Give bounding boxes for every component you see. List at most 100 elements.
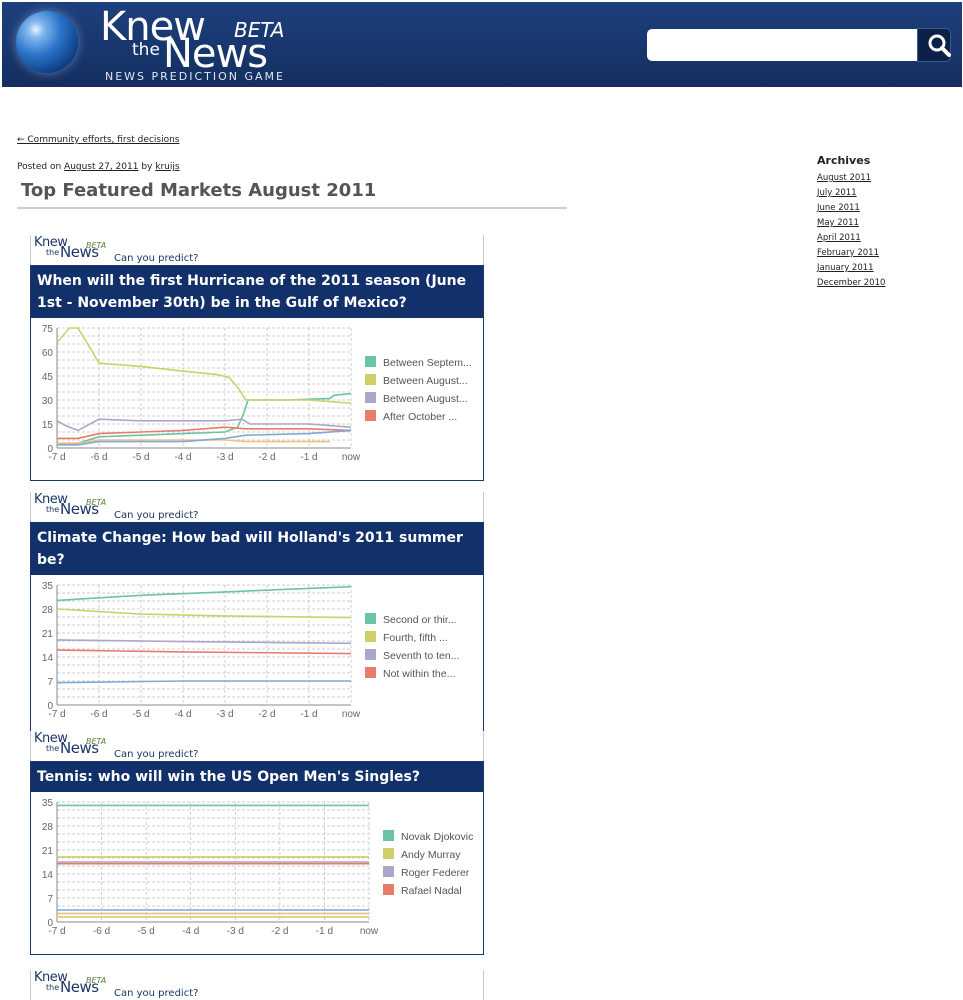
archive-item: July 2011 <box>817 187 885 202</box>
y-tick-label: 0 <box>47 444 53 455</box>
archive-link-june-2011[interactable]: June 2011 <box>817 203 860 213</box>
can-you-predict-label: Can you predict? <box>114 253 199 264</box>
x-tick-label: -2 d <box>258 452 275 463</box>
x-tick-label: -4 d <box>174 452 191 463</box>
widget-brand-bar: Knew the News BETA Can you predict? <box>30 970 484 1000</box>
y-tick-label: 35 <box>42 798 54 809</box>
archive-link-july-2011[interactable]: July 2011 <box>817 188 857 198</box>
site-header: Knew the News BETA NEWS PREDICTION GAME <box>2 2 962 87</box>
post-date-link[interactable]: August 27, 2011 <box>64 162 138 172</box>
series-line <box>56 639 352 645</box>
legend-label: Fourth, fifth ... <box>383 632 448 644</box>
widget-logo-the: the <box>46 505 60 514</box>
author-link[interactable]: kruijs <box>155 162 179 172</box>
legend-label: Andy Murray <box>401 849 461 861</box>
x-tick-label: -4 d <box>182 926 199 937</box>
globe-logo-icon[interactable] <box>16 11 78 73</box>
archive-link-may-2011[interactable]: May 2011 <box>817 218 859 228</box>
legend-swatch <box>365 667 376 678</box>
x-tick-label: -1 d <box>300 709 317 720</box>
market-widget: Knew the News BETA Can you predict? <box>30 970 484 1000</box>
x-tick-label: -1 d <box>316 926 333 937</box>
market-widget: Knew the News BETA Can you predict? When… <box>30 235 484 481</box>
series-line <box>56 608 352 619</box>
archive-item: April 2011 <box>817 232 885 247</box>
posted-on-label: Posted on <box>17 162 62 172</box>
y-tick-label: 7 <box>47 894 53 905</box>
series-line <box>56 649 352 655</box>
market-question[interactable]: Climate Change: How bad will Holland's 2… <box>31 523 483 575</box>
y-tick-label: 14 <box>42 653 54 664</box>
x-tick-label: -3 d <box>216 452 233 463</box>
widget-brand-bar: Knew the News BETA Can you predict? <box>30 235 484 265</box>
market-chart[interactable]: -7 d -6 d -5 d -4 d -3 d -2 d -1 d now015304560… <box>31 318 483 480</box>
legend-swatch <box>365 356 376 367</box>
y-tick-label: 45 <box>42 372 54 383</box>
y-tick-label: 35 <box>42 581 54 592</box>
y-tick-label: 60 <box>42 348 54 359</box>
market-widget: Knew the News BETA Can you predict? Tenn… <box>30 731 484 955</box>
post-title: Top Featured Markets August 2011 <box>21 180 377 201</box>
by-label: by <box>141 162 153 172</box>
archive-item: May 2011 <box>817 217 885 232</box>
x-tick-label: -3 d <box>216 709 233 720</box>
x-tick-label: -5 d <box>132 452 149 463</box>
x-tick-label: -6 d <box>93 926 110 937</box>
archive-item: December 2010 <box>817 277 885 292</box>
archive-link-august-2011[interactable]: August 2011 <box>817 173 871 183</box>
legend-swatch <box>365 649 376 660</box>
archive-link-february-2011[interactable]: February 2011 <box>817 248 879 258</box>
search-button[interactable] <box>917 28 951 62</box>
y-tick-label: 0 <box>47 918 53 929</box>
logo-tagline: NEWS PREDICTION GAME <box>105 70 285 83</box>
y-tick-label: 75 <box>42 324 54 335</box>
y-tick-label: 30 <box>42 396 54 407</box>
archive-link-december-2010[interactable]: December 2010 <box>817 278 885 288</box>
widget-logo-beta: BETA <box>86 976 107 985</box>
legend-swatch <box>365 631 376 642</box>
market-question[interactable]: When will the first Hurricane of the 201… <box>31 266 483 318</box>
widget-logo-beta: BETA <box>86 737 107 746</box>
x-tick-label: -3 d <box>227 926 244 937</box>
market-chart[interactable]: -7 d -6 d -5 d -4 d -3 d -2 d -1 d now071421283… <box>31 575 483 737</box>
legend-swatch <box>383 884 394 895</box>
y-tick-label: 21 <box>42 846 54 857</box>
widget-logo-beta: BETA <box>86 241 107 250</box>
legend-label: Rafael Nadal <box>401 885 462 897</box>
x-tick-label: -5 d <box>132 709 149 720</box>
series-line <box>56 585 352 602</box>
x-tick-label: -4 d <box>174 709 191 720</box>
y-tick-label: 0 <box>47 701 53 712</box>
y-tick-label: 14 <box>42 870 54 881</box>
archives-list: August 2011 July 2011 June 2011 May 2011… <box>817 172 885 292</box>
can-you-predict-label: Can you predict? <box>114 510 199 521</box>
market-question[interactable]: Tennis: who will win the US Open Men's S… <box>31 762 483 792</box>
legend-label: After October ... <box>383 411 457 423</box>
y-tick-label: 28 <box>42 605 54 616</box>
legend-swatch <box>365 374 376 385</box>
legend-swatch <box>383 848 394 859</box>
legend-label: Between August... <box>383 393 468 405</box>
widget-frame: Tennis: who will win the US Open Men's S… <box>30 761 484 955</box>
x-tick-label: now <box>360 926 379 937</box>
legend-label: Roger Federer <box>401 867 470 879</box>
logo-the[interactable]: the <box>132 40 160 60</box>
search-input[interactable] <box>647 29 919 61</box>
previous-post-link[interactable]: ← Community efforts, first decisions <box>17 135 179 145</box>
widget-logo-the: the <box>46 248 60 257</box>
widget-frame: Climate Change: How bad will Holland's 2… <box>30 522 484 738</box>
magnifier-icon <box>928 34 951 57</box>
archive-item: February 2011 <box>817 247 885 262</box>
x-tick-label: -2 d <box>271 926 288 937</box>
market-widget: Knew the News BETA Can you predict? Clim… <box>30 492 484 738</box>
y-tick-label: 21 <box>42 629 54 640</box>
legend-label: Between Septem... <box>383 357 472 369</box>
x-tick-label: -6 d <box>90 452 107 463</box>
market-chart[interactable]: -7 d -6 d -5 d -4 d -3 d -2 d -1 d now071421283… <box>31 792 483 954</box>
x-tick-label: -2 d <box>258 709 275 720</box>
series-line <box>56 680 351 684</box>
archive-item: June 2011 <box>817 202 885 217</box>
widget-logo-beta: BETA <box>86 498 107 507</box>
archive-link-january-2011[interactable]: January 2011 <box>817 263 874 273</box>
archive-link-april-2011[interactable]: April 2011 <box>817 233 861 243</box>
